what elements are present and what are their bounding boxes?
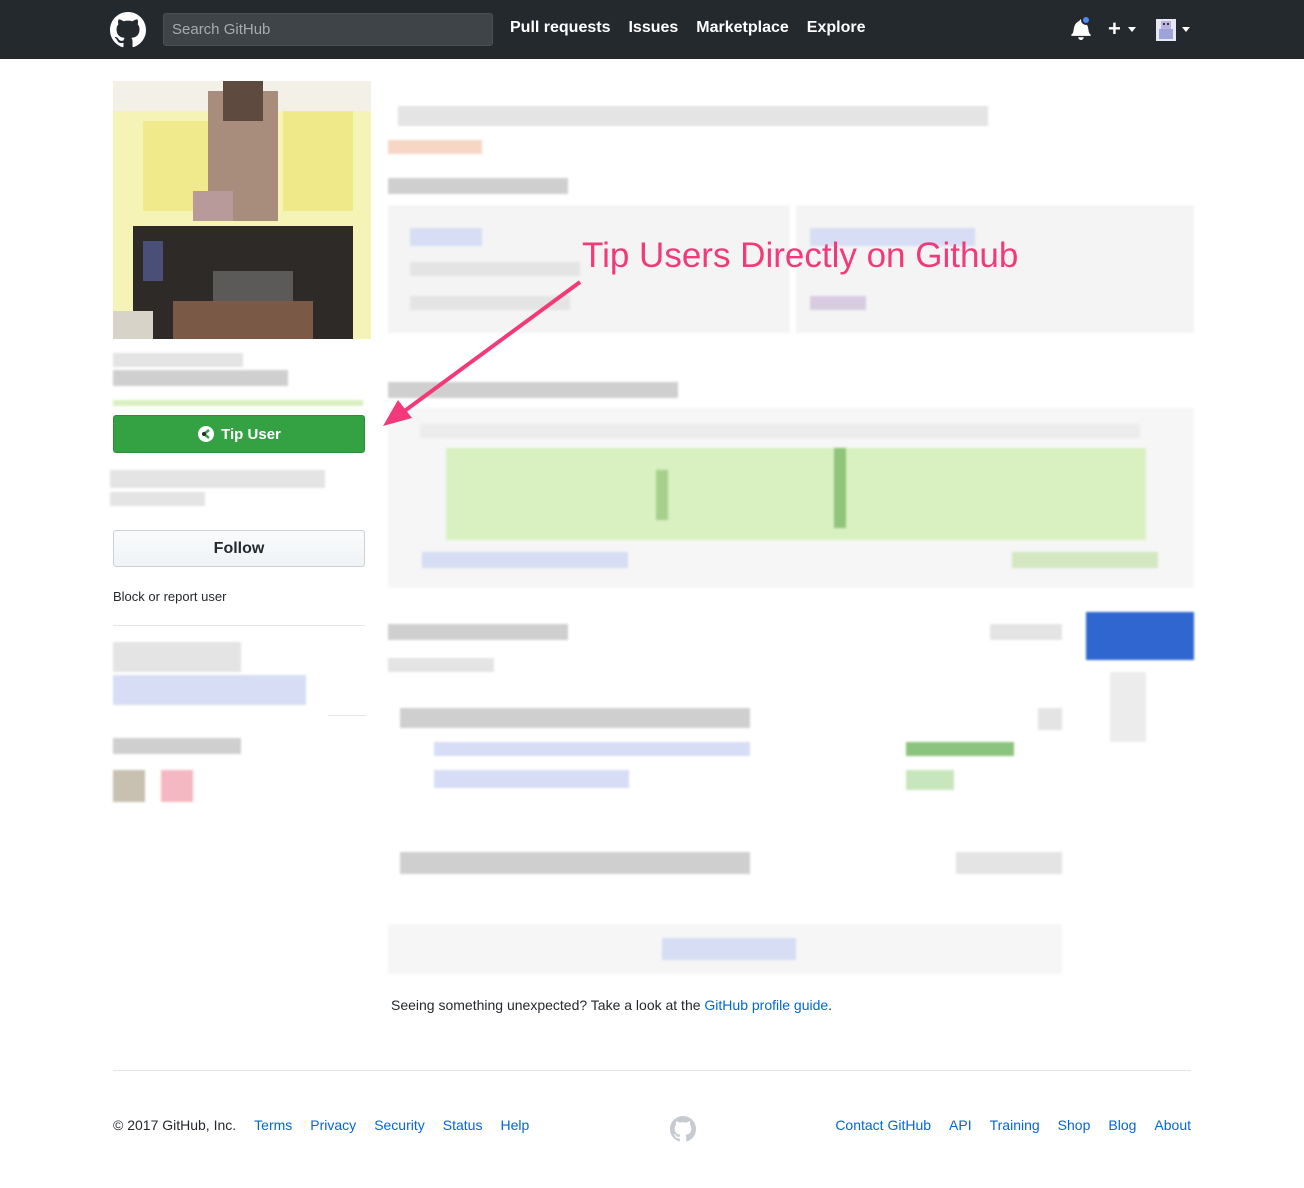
footer-privacy-link[interactable]: Privacy <box>310 1117 356 1133</box>
github-mark-icon[interactable] <box>670 1116 696 1142</box>
footer-contact-link[interactable]: Contact GitHub <box>835 1117 931 1133</box>
footer-training-link[interactable]: Training <box>990 1117 1040 1133</box>
footer-shop-link[interactable]: Shop <box>1058 1117 1091 1133</box>
profile-guide-link[interactable]: GitHub profile guide <box>704 997 828 1013</box>
footer-left: © 2017 GitHub, Inc. Terms Privacy Securi… <box>113 1117 547 1133</box>
unexpected-end: . <box>828 997 833 1013</box>
unexpected-text: Seeing something unexpected? Take a look… <box>391 997 705 1013</box>
copyright: © 2017 GitHub, Inc. <box>113 1117 237 1133</box>
footer-about-link[interactable]: About <box>1154 1117 1191 1133</box>
footer-help-link[interactable]: Help <box>500 1117 529 1133</box>
footer-security-link[interactable]: Security <box>374 1117 425 1133</box>
footer-blog-link[interactable]: Blog <box>1108 1117 1136 1133</box>
footer-right: Contact GitHub API Training Shop Blog Ab… <box>835 1117 1191 1133</box>
footer-divider <box>113 1070 1191 1071</box>
footer-status-link[interactable]: Status <box>443 1117 483 1133</box>
unexpected-note: Seeing something unexpected? Take a look… <box>391 997 832 1013</box>
footer-api-link[interactable]: API <box>949 1117 972 1133</box>
footer-terms-link[interactable]: Terms <box>254 1117 292 1133</box>
